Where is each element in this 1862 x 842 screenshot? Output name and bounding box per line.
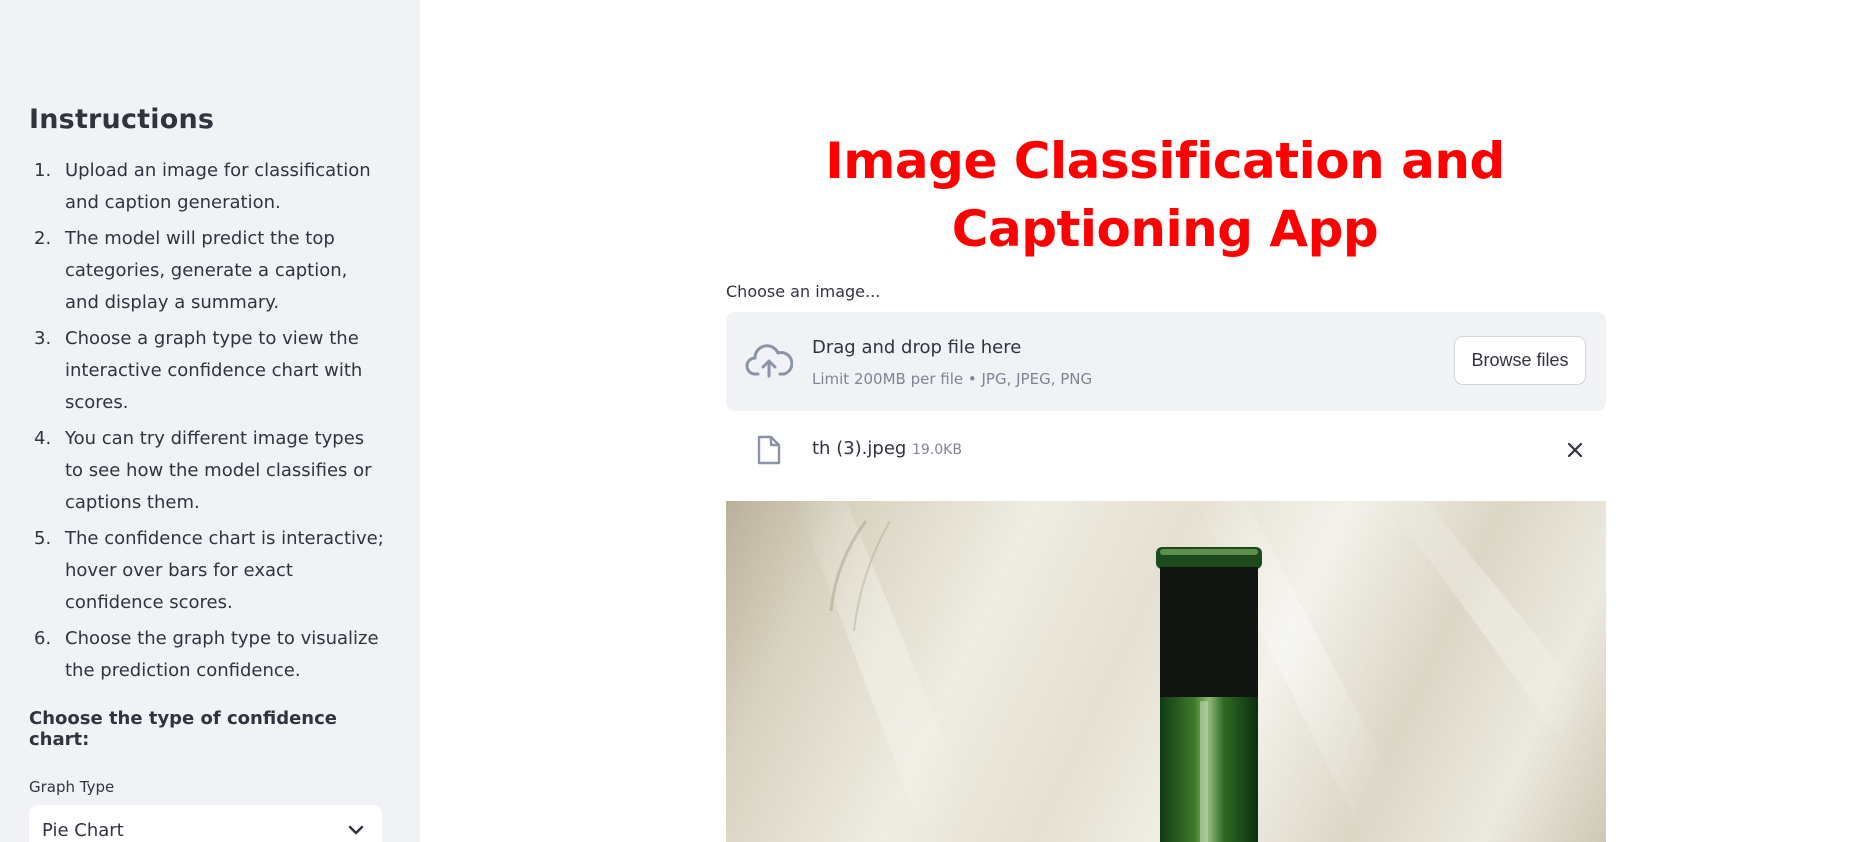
instruction-text: The model will predict the top categorie… [65, 228, 348, 313]
dropzone-limit: Limit 200MB per file • JPG, JPEG, PNG [812, 370, 1093, 388]
instruction-number: 6. [34, 628, 52, 649]
uploader-label: Choose an image... [726, 282, 881, 301]
instruction-item: 3. Choose a graph type to view the inter… [29, 323, 386, 419]
wine-bottle-image [796, 501, 1606, 842]
dropzone-instructions: Drag and drop file here [812, 337, 1022, 358]
instruction-number: 4. [34, 428, 52, 449]
sidebar: Instructions 1. Upload an image for clas… [0, 0, 420, 842]
file-name: th (3).jpeg [812, 438, 907, 459]
uploaded-image-preview [726, 501, 1606, 842]
close-icon[interactable] [1566, 441, 1584, 459]
graph-type-label: Graph Type [29, 778, 115, 796]
cloud-upload-icon [745, 344, 793, 378]
file-size: 19.0KB [912, 442, 962, 458]
instruction-text: Upload an image for classification and c… [65, 160, 371, 213]
graph-type-selected-value: Pie Chart [42, 820, 124, 841]
instruction-text: The confidence chart is interactive; hov… [65, 528, 384, 613]
app-root: Instructions 1. Upload an image for clas… [0, 0, 1862, 842]
instruction-number: 5. [34, 528, 52, 549]
chart-type-heading: Choose the type of confidence chart: [29, 708, 337, 750]
main-content: Image Classification and Captioning App … [420, 0, 1862, 842]
instruction-text: Choose a graph type to view the interact… [65, 328, 363, 413]
instruction-item: 4. You can try different image types to … [29, 423, 386, 519]
file-dropzone[interactable]: Drag and drop file here Limit 200MB per … [726, 312, 1606, 411]
file-icon [757, 435, 781, 465]
instructions-list: 1. Upload an image for classification an… [29, 155, 386, 687]
sidebar-content: Instructions 1. Upload an image for clas… [29, 104, 386, 842]
instruction-text: You can try different image types to see… [65, 428, 372, 513]
instruction-item: 1. Upload an image for classification an… [29, 155, 386, 219]
browse-files-button[interactable]: Browse files [1454, 336, 1586, 385]
chevron-down-icon [348, 825, 364, 835]
instruction-item: 6. Choose the graph type to visualize th… [29, 623, 386, 687]
page-title: Image Classification and Captioning App [825, 132, 1505, 258]
uploaded-file-row: th (3).jpeg 19.0KB [726, 428, 1606, 472]
instruction-number: 3. [34, 328, 52, 349]
instruction-text: Choose the graph type to visualize the p… [65, 628, 379, 681]
instruction-item: 2. The model will predict the top catego… [29, 223, 386, 319]
instruction-number: 2. [34, 228, 52, 249]
sidebar-title: Instructions [29, 104, 215, 135]
graph-type-select[interactable]: Pie Chart [29, 805, 382, 842]
instruction-number: 1. [34, 160, 52, 181]
instruction-item: 5. The confidence chart is interactive; … [29, 523, 386, 619]
